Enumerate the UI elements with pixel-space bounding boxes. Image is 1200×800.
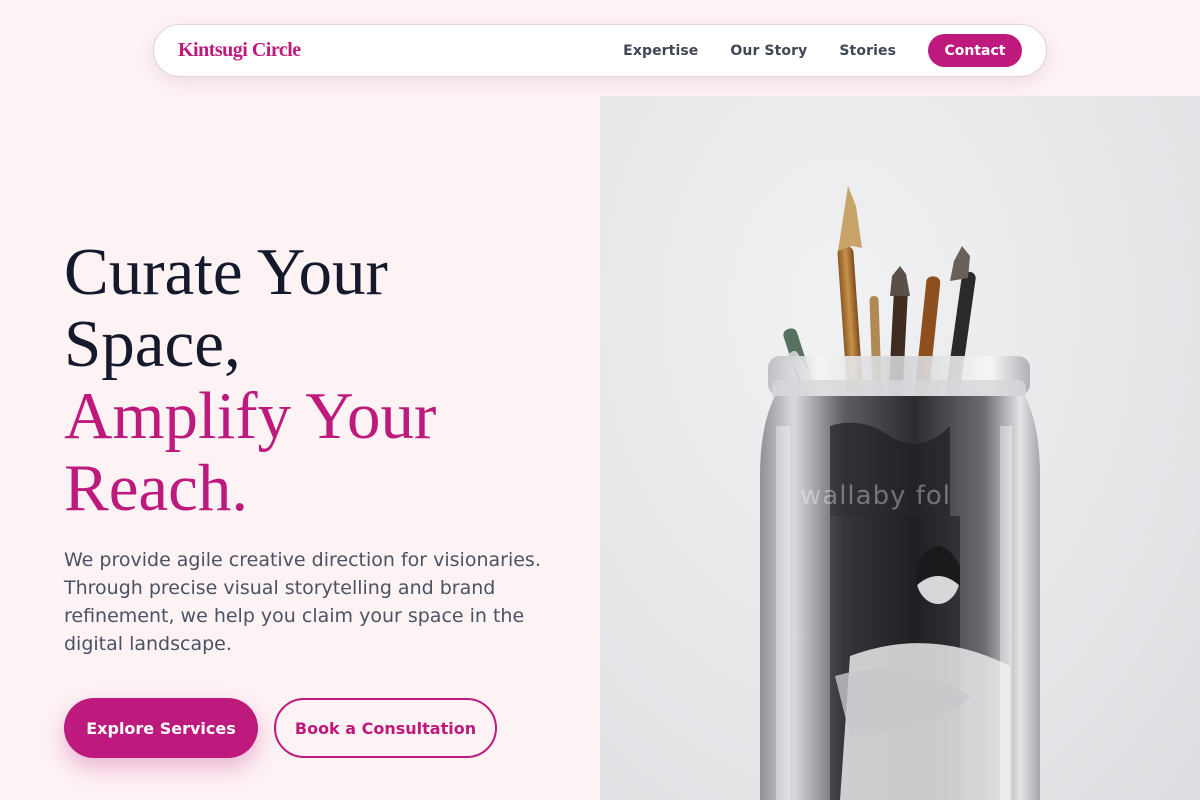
hero-title: Curate Your Space, Amplify Your Reach. [64, 236, 584, 524]
jar-with-brushes-illustration [760, 186, 1040, 800]
hero-title-line-1: Curate Your [64, 235, 388, 309]
nav-link-our-story[interactable]: Our Story [730, 43, 807, 59]
hero-title-accent-line-1: Amplify Your [64, 379, 437, 453]
nav-links: Expertise Our Story Stories Contact [623, 34, 1022, 67]
image-watermark: wallaby fol [800, 481, 952, 511]
book-consultation-button[interactable]: Book a Consultation [274, 698, 497, 758]
hero-image: wallaby fol [600, 96, 1200, 800]
hero-title-accent-line-2: Reach. [64, 451, 249, 525]
glass-jar [760, 356, 1040, 800]
nav-link-stories[interactable]: Stories [839, 43, 896, 59]
explore-services-button[interactable]: Explore Services [64, 698, 258, 758]
contact-button[interactable]: Contact [928, 34, 1022, 67]
page: Kintsugi Circle Expertise Our Story Stor… [0, 0, 1200, 800]
nav-link-expertise[interactable]: Expertise [623, 43, 698, 59]
hero-title-line-2: Space, [64, 307, 241, 381]
brand-logo[interactable]: Kintsugi Circle [178, 39, 301, 62]
top-navbar: Kintsugi Circle Expertise Our Story Stor… [153, 24, 1047, 77]
hero-description: We provide agile creative direction for … [64, 549, 541, 655]
